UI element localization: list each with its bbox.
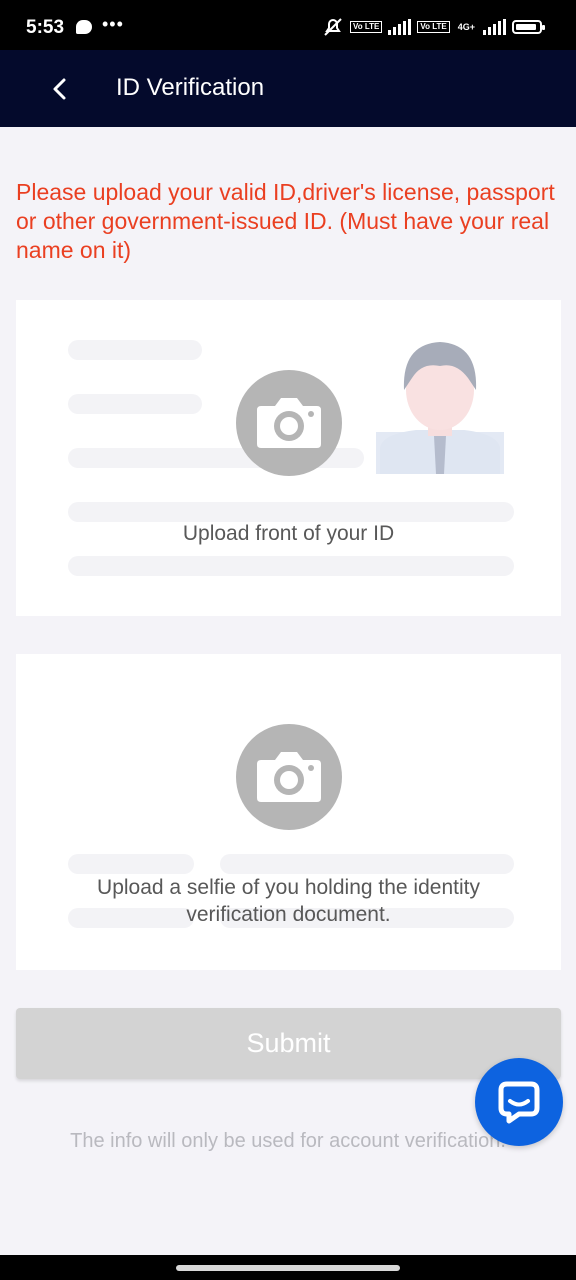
- status-bar: 5:53 ••• Vo LTE Vo LTE 4G+: [0, 0, 576, 50]
- more-dots-icon: •••: [102, 14, 124, 34]
- camera-button[interactable]: [236, 724, 342, 830]
- volte-icon: Vo LTE: [417, 21, 450, 33]
- signal-icon: [388, 19, 412, 35]
- chevron-left-icon: [53, 78, 66, 100]
- camera-icon: [257, 398, 321, 448]
- support-chat-button[interactable]: [475, 1058, 563, 1146]
- chat-icon: [498, 1081, 540, 1124]
- camera-button[interactable]: [236, 370, 342, 476]
- id-portrait-icon: [376, 342, 504, 474]
- signal-icon: [483, 19, 506, 35]
- chat-bubble-icon: [76, 20, 92, 34]
- page-title: ID Verification: [116, 74, 265, 101]
- upload-selfie-card[interactable]: Upload a selfie of you holding the ident…: [16, 654, 561, 970]
- back-button[interactable]: [46, 72, 76, 106]
- camera-icon: [257, 752, 321, 802]
- upload-instructions: Please upload your valid ID,driver's lic…: [16, 179, 555, 263]
- system-nav-bar: [0, 1255, 576, 1280]
- volte-icon: Vo LTE: [349, 21, 383, 33]
- status-time: 5:53: [26, 17, 65, 38]
- 4g-icon: 4G+: [457, 22, 475, 32]
- placeholder-bar: [68, 502, 514, 522]
- upload-front-id-card[interactable]: Upload front of your ID: [16, 300, 561, 616]
- placeholder-bar: [68, 340, 202, 360]
- upload-front-label: Upload front of your ID: [182, 522, 395, 545]
- battery-icon: [512, 20, 545, 34]
- mute-icon: [324, 18, 342, 36]
- home-gesture-handle[interactable]: [176, 1265, 400, 1271]
- placeholder-bar: [68, 556, 514, 576]
- status-icons: Vo LTE Vo LTE 4G+: [322, 16, 545, 38]
- placeholder-bar: [220, 854, 514, 874]
- placeholder-bar: [68, 854, 194, 874]
- app-bar: ID Verification: [0, 50, 576, 127]
- placeholder-bar: [68, 394, 202, 414]
- upload-selfie-label: Upload a selfie of you holding the ident…: [97, 876, 480, 926]
- submit-button[interactable]: Submit: [16, 1008, 561, 1079]
